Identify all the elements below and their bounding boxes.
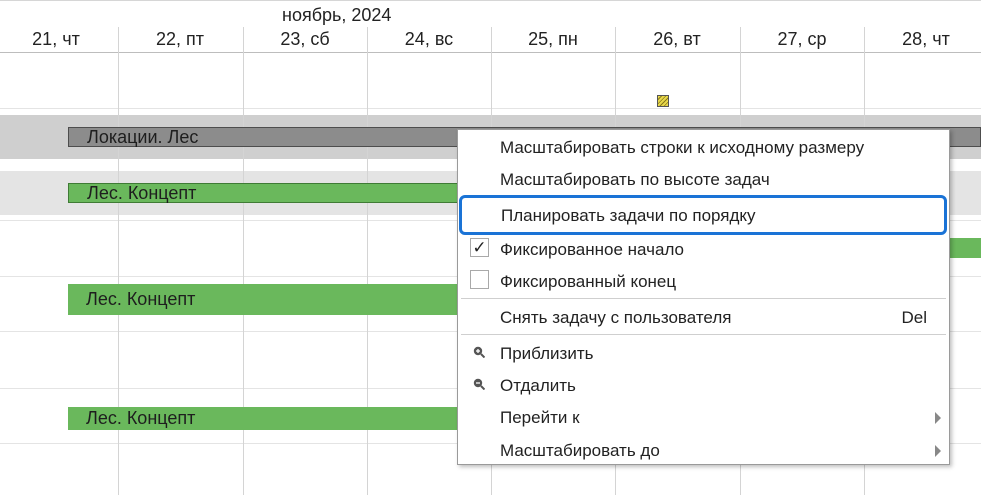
month-header: ноябрь, 2024 [0,0,981,28]
menu-item-fixed-start[interactable]: ✓ Фиксированное начало [458,234,949,266]
menu-item-scale-task-height[interactable]: Масштабировать по высоте задач [458,164,949,196]
day-label: 22, пт [155,29,204,49]
fixed-end-checkbox[interactable] [470,270,489,289]
menu-item-zoom-out[interactable]: Отдалить [458,370,949,402]
day-label: 26, вт [653,29,701,49]
menu-item-unassign-task[interactable]: Снять задачу с пользователя Del [458,302,949,334]
menu-item-scale-to[interactable]: Масштабировать до [458,435,949,467]
context-menu: Масштабировать строки к исходному размер… [457,129,950,465]
task-bar[interactable]: Лес. Концепт [68,284,458,315]
menu-item-plan-tasks-order[interactable]: Планировать задачи по порядку [459,195,947,235]
day-label: 24, вс [404,29,454,49]
task-bar[interactable]: Лес. Концепт [68,183,458,203]
zoom-in-icon [473,346,485,358]
day-label: 21, чт [32,29,80,49]
menu-separator [461,298,946,299]
zoom-out-icon [473,378,485,390]
submenu-arrow-icon [935,445,941,457]
day-label: 27, ср [777,29,827,49]
task-bar-partial[interactable] [946,238,981,258]
submenu-arrow-icon [935,412,941,424]
menu-separator [461,334,946,335]
fixed-start-checkbox[interactable]: ✓ [470,238,489,257]
task-bar[interactable]: Лес. Концепт [68,407,458,430]
menu-item-fixed-end[interactable]: Фиксированный конец [458,266,949,298]
shortcut-label: Del [901,308,927,327]
month-label: ноябрь, 2024 [282,5,392,25]
milestone-marker-icon[interactable] [657,95,669,107]
day-label: 28, чт [902,29,950,49]
day-label: 25, пн [528,29,578,49]
menu-item-go-to[interactable]: Перейти к [458,402,949,434]
day-label: 23, сб [280,29,330,49]
menu-item-scale-rows-original[interactable]: Масштабировать строки к исходному размер… [458,132,949,164]
menu-item-zoom-in[interactable]: Приблизить [458,338,949,370]
